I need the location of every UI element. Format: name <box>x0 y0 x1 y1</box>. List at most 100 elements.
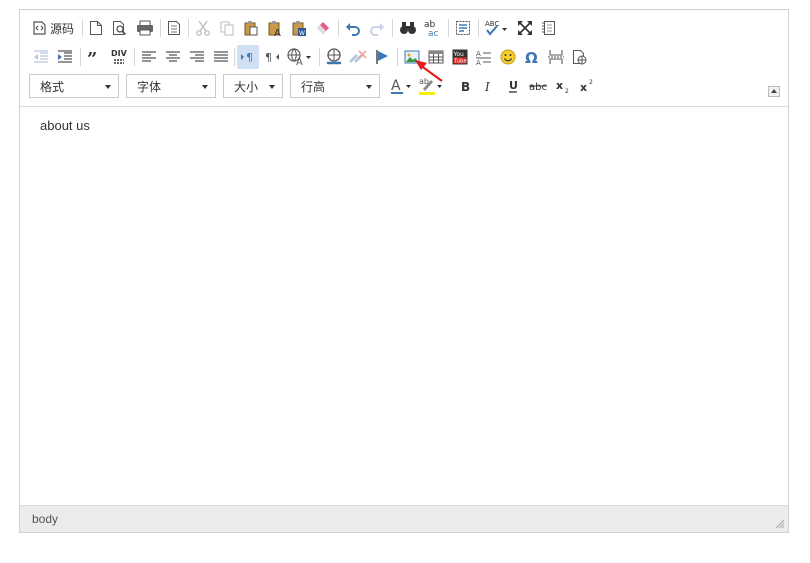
undo-button[interactable] <box>342 16 364 40</box>
element-path[interactable]: body <box>32 512 58 526</box>
subscript-icon: x2 <box>556 79 569 94</box>
smiley-icon <box>500 49 516 65</box>
iframe-icon <box>573 50 587 65</box>
show-blocks-button[interactable] <box>538 16 560 40</box>
replace-icon: abac <box>424 20 439 37</box>
preview-icon <box>113 21 127 36</box>
templates-button[interactable] <box>164 16 184 40</box>
strikethrough-icon: abc <box>529 82 547 93</box>
svg-text:Ω: Ω <box>525 49 538 65</box>
select-all-button[interactable] <box>452 16 474 40</box>
separator <box>134 48 135 66</box>
text-direction-ltr-button[interactable]: ¶ <box>237 45 259 69</box>
unlink-icon <box>349 50 367 63</box>
format-combo[interactable]: 格式 <box>29 74 119 98</box>
svg-text:A: A <box>476 50 481 58</box>
paste-text-button[interactable]: A <box>264 16 286 40</box>
collapse-toolbar-button[interactable] <box>768 86 780 97</box>
cut-button[interactable] <box>192 16 214 40</box>
separator <box>448 19 449 37</box>
svg-text:Tube: Tube <box>453 59 468 65</box>
svg-text:DIV: DIV <box>111 49 127 58</box>
indent-button[interactable] <box>54 45 76 69</box>
maximize-button[interactable] <box>514 16 536 40</box>
align-center-icon <box>166 51 180 62</box>
spellcheck-button[interactable]: ABC <box>482 16 510 40</box>
separator <box>397 48 398 66</box>
separator <box>82 19 83 37</box>
horizontal-rule-button[interactable]: AA <box>473 45 495 69</box>
unlink-button[interactable] <box>347 45 369 69</box>
language-button[interactable]: A <box>285 45 315 69</box>
link-button[interactable] <box>323 45 345 69</box>
new-page-icon <box>90 21 102 35</box>
editor-statusbar: body <box>20 505 788 532</box>
justify-icon <box>214 51 228 62</box>
resize-handle-icon[interactable] <box>776 520 784 528</box>
chevron-down-icon <box>366 85 372 89</box>
special-char-button[interactable]: Ω <box>521 45 543 69</box>
svg-text:2: 2 <box>565 88 569 94</box>
svg-text:¶: ¶ <box>265 51 272 64</box>
maximize-icon <box>518 21 532 35</box>
preview-button[interactable] <box>110 16 130 40</box>
anchor-button[interactable] <box>371 45 393 69</box>
chevron-down-icon <box>202 85 208 89</box>
font-combo-label: 字体 <box>137 79 162 94</box>
background-color-button[interactable]: ab <box>417 74 445 98</box>
find-button[interactable] <box>396 16 420 40</box>
editor-toolbar: 源码 A W ab ac ABC ” DIV ¶ ¶ A You Tube A … <box>20 10 788 107</box>
superscript-button[interactable]: x2 <box>576 74 598 98</box>
blockquote-button[interactable]: ” <box>84 45 106 69</box>
page-break-button[interactable] <box>545 45 567 69</box>
line-height-combo[interactable]: 行高 <box>290 74 380 98</box>
subscript-button[interactable]: x2 <box>552 74 574 98</box>
editor-content-area[interactable]: about us <box>20 107 788 507</box>
spellcheck-icon: ABC <box>485 20 507 36</box>
align-center-button[interactable] <box>162 45 184 69</box>
outdent-button[interactable] <box>30 45 52 69</box>
underline-button[interactable]: U <box>502 74 524 98</box>
align-left-button[interactable] <box>138 45 160 69</box>
print-button[interactable] <box>134 16 156 40</box>
svg-text:B: B <box>461 80 470 93</box>
eraser-icon <box>317 22 329 34</box>
horizontal-rule-icon: AA <box>476 50 491 65</box>
paste-button[interactable] <box>240 16 262 40</box>
svg-text:x: x <box>556 79 563 92</box>
smiley-button[interactable] <box>497 45 519 69</box>
replace-button[interactable]: ab ac <box>420 16 444 40</box>
bold-button[interactable]: B <box>454 74 476 98</box>
paste-word-button[interactable]: W <box>288 16 310 40</box>
justify-button[interactable] <box>210 45 232 69</box>
text-direction-rtl-button[interactable]: ¶ <box>261 45 283 69</box>
div-icon: DIV <box>111 49 127 64</box>
svg-text:A: A <box>476 59 481 65</box>
scissors-icon <box>196 20 210 36</box>
size-combo[interactable]: 大小 <box>223 74 283 98</box>
copy-button[interactable] <box>216 16 238 40</box>
language-icon: A <box>287 48 311 66</box>
youtube-button[interactable]: You Tube <box>449 45 471 69</box>
new-page-button[interactable] <box>86 16 106 40</box>
format-combo-label: 格式 <box>40 79 65 94</box>
svg-text:I: I <box>484 80 490 93</box>
chevron-down-icon <box>105 85 111 89</box>
remove-format-button[interactable] <box>312 16 334 40</box>
source-button[interactable]: 源码 <box>30 16 76 40</box>
text-color-button[interactable]: A <box>389 74 415 98</box>
italic-button[interactable]: I <box>478 74 500 98</box>
strikethrough-button[interactable]: abc <box>526 74 550 98</box>
separator <box>188 19 189 37</box>
line-height-combo-label: 行高 <box>301 79 326 94</box>
create-div-button[interactable]: DIV <box>108 45 130 69</box>
chevron-down-icon <box>269 85 275 89</box>
align-right-button[interactable] <box>186 45 208 69</box>
iframe-button[interactable] <box>569 45 591 69</box>
redo-button[interactable] <box>366 16 388 40</box>
font-combo[interactable]: 字体 <box>126 74 216 98</box>
undo-icon <box>346 23 360 36</box>
italic-icon: I <box>484 80 490 93</box>
content-paragraph[interactable]: about us <box>40 118 90 133</box>
size-combo-label: 大小 <box>234 79 259 94</box>
